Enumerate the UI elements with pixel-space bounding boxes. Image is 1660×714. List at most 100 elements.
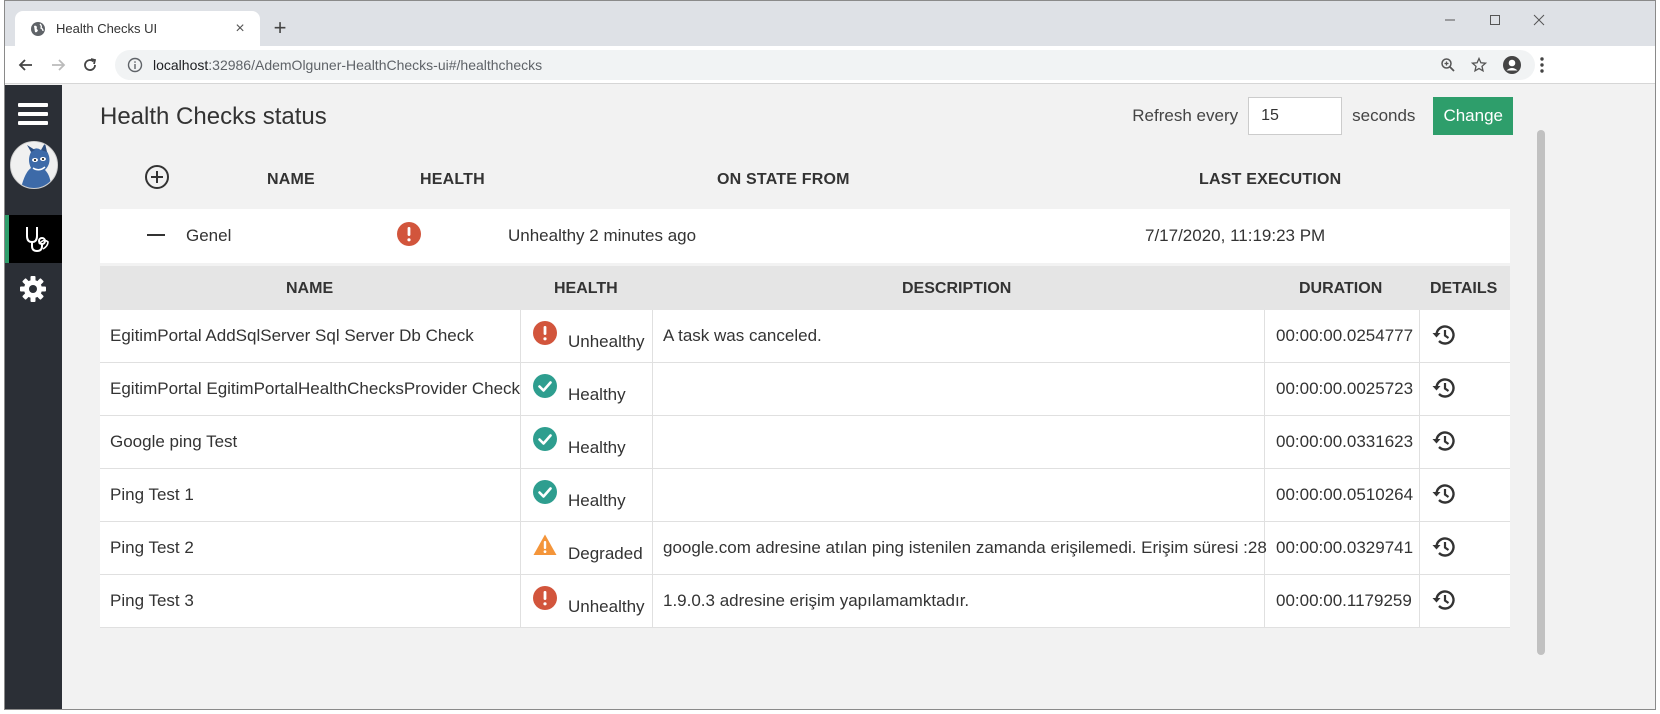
cell-description — [653, 416, 1265, 469]
refresh-interval-input[interactable] — [1248, 97, 1343, 135]
bookmark-star-icon[interactable] — [1466, 52, 1492, 78]
add-circle-icon[interactable] — [144, 164, 170, 190]
browser-tab[interactable]: Health Checks UI × — [15, 11, 260, 46]
history-icon[interactable] — [1431, 481, 1457, 507]
header-on-state-from: ON STATE FROM — [717, 171, 850, 188]
refresh-suffix: seconds — [1352, 106, 1416, 125]
address-bar: localhost:32986/AdemOlguner-HealthChecks… — [5, 46, 1655, 84]
avatar — [10, 141, 58, 189]
history-icon[interactable] — [1431, 534, 1457, 560]
url-input[interactable]: localhost:32986/AdemOlguner-HealthChecks… — [115, 50, 1535, 80]
cell-duration: 00:00:00.0025723 — [1265, 363, 1420, 416]
check-duration: 00:00:00.0510264 — [1276, 485, 1414, 504]
browser-menu-icon[interactable] — [1529, 52, 1555, 78]
check-name: Ping Test 1 — [110, 485, 194, 504]
degraded-warning-icon — [533, 534, 557, 555]
cell-duration: 00:00:00.0510264 — [1265, 469, 1420, 522]
gear-icon[interactable] — [19, 275, 47, 303]
column-health: HEALTH — [554, 280, 618, 297]
cell-name: EgitimPortal EgitimPortalHealthChecksPro… — [100, 363, 521, 416]
check-name: Ping Test 2 — [110, 538, 194, 557]
zoom-icon[interactable] — [1435, 52, 1461, 78]
cell-name: Ping Test 1 — [100, 469, 521, 522]
check-duration: 00:00:00.0329741 — [1276, 538, 1414, 557]
cell-name: EgitimPortal AddSqlServer Sql Server Db … — [100, 310, 521, 363]
column-description: DESCRIPTION — [902, 280, 1012, 297]
check-description: google.com adresine atılan ping istenile… — [663, 538, 1267, 557]
check-description: 1.9.0.3 adresine erişim yapılamamktadır. — [663, 591, 970, 610]
header-health: HEALTH — [420, 171, 485, 188]
change-button[interactable]: Change — [1433, 97, 1513, 135]
history-icon[interactable] — [1431, 587, 1457, 613]
table-row: Ping Test 2 Degraded google.com adresine a… — [100, 522, 1510, 575]
profile-icon[interactable] — [1499, 52, 1525, 78]
title-bar: Health Checks UI × + — [5, 1, 1655, 46]
cell-description: A task was canceled. — [653, 310, 1265, 363]
page-title: Health Checks status — [100, 103, 327, 130]
group-name: Genel — [186, 226, 232, 245]
cell-duration: 00:00:00.0331623 — [1265, 416, 1420, 469]
check-duration: 00:00:00.0331623 — [1276, 432, 1414, 451]
check-duration: 00:00:00.0254777 — [1276, 326, 1414, 345]
table-row: EgitimPortal AddSqlServer Sql Server Db … — [100, 310, 1510, 363]
history-icon[interactable] — [1431, 322, 1457, 348]
check-duration: 00:00:00.0025723 — [1276, 379, 1414, 398]
cell-name: Ping Test 2 — [100, 522, 521, 575]
close-window-icon[interactable] — [1519, 7, 1559, 33]
healthy-check-icon — [533, 480, 557, 504]
scrollbar-thumb[interactable] — [1537, 130, 1545, 655]
check-health: Healthy — [568, 491, 626, 510]
unhealthy-alert-icon — [533, 321, 557, 345]
url-host: localhost — [153, 57, 209, 73]
tab-close-icon[interactable]: × — [230, 20, 250, 38]
sidebar-item-healthchecks[interactable] — [5, 215, 62, 263]
url-path: :32986/AdemOlguner-HealthChecks-ui#/heal… — [208, 57, 543, 73]
cell-description: 1.9.0.3 adresine erişim yapılamamktadır. — [653, 575, 1265, 628]
reload-icon[interactable] — [77, 52, 103, 78]
history-icon[interactable] — [1431, 375, 1457, 401]
header-name: NAME — [267, 171, 315, 188]
collapse-minus-icon[interactable] — [147, 234, 165, 236]
cell-health: Healthy — [521, 469, 653, 522]
cell-duration: 00:00:00.1179259 — [1265, 575, 1420, 628]
stethoscope-icon — [25, 227, 49, 253]
hamburger-menu-icon[interactable] — [18, 103, 48, 125]
check-health: Healthy — [568, 438, 626, 457]
cell-health: Unhealthy — [521, 310, 653, 363]
healthy-check-icon — [533, 427, 557, 451]
check-health: Degraded — [568, 544, 643, 563]
tab-title: Health Checks UI — [56, 21, 158, 36]
check-name: Google ping Test — [110, 432, 238, 451]
unhealthy-alert-icon — [533, 586, 557, 610]
main-content: Health Checks status Refresh every secon… — [62, 85, 1547, 709]
history-icon[interactable] — [1431, 428, 1457, 454]
column-duration: DURATION — [1299, 280, 1383, 297]
check-name: EgitimPortal EgitimPortalHealthChecksPro… — [110, 379, 521, 398]
forward-arrow-icon[interactable] — [45, 52, 71, 78]
minimize-icon[interactable] — [1430, 7, 1470, 33]
header-last-execution: LAST EXECUTION — [1199, 171, 1342, 188]
new-tab-button[interactable]: + — [267, 16, 293, 42]
check-name: Ping Test 3 — [110, 591, 194, 610]
check-duration: 00:00:00.1179259 — [1276, 591, 1412, 610]
unhealthy-alert-icon — [397, 222, 421, 246]
info-icon[interactable] — [127, 57, 143, 73]
browser-window: Health Checks UI × + localhost:32986/Ade… — [4, 0, 1656, 710]
group-row[interactable]: Genel Unhealthy 2 minutes ago 7/17/2020,… — [100, 209, 1510, 263]
check-health: Unhealthy — [568, 597, 645, 616]
table-row: Ping Test 3 Unhealthy 1.9.0.3 adresine eri… — [100, 575, 1510, 628]
group-on-state-from: Unhealthy 2 minutes ago — [508, 226, 697, 245]
checks-table-header: NAME HEALTH DESCRIPTION DURATION DETAILS — [100, 266, 1510, 310]
column-details: DETAILS — [1430, 280, 1498, 297]
sidebar — [5, 85, 62, 709]
cell-health: Healthy — [521, 416, 653, 469]
back-arrow-icon[interactable] — [13, 52, 39, 78]
cell-health: Degraded — [521, 522, 653, 575]
globe-icon — [31, 21, 45, 36]
cell-description — [653, 363, 1265, 416]
table-row: Google ping Test Healthy 00:00:00.0331623 — [100, 416, 1510, 469]
maximize-icon[interactable] — [1475, 7, 1515, 33]
table-row: Ping Test 1 Healthy 00:00:00.0510264 — [100, 469, 1510, 522]
cell-health: Healthy — [521, 363, 653, 416]
vertical-scrollbar[interactable] — [1535, 85, 1547, 709]
